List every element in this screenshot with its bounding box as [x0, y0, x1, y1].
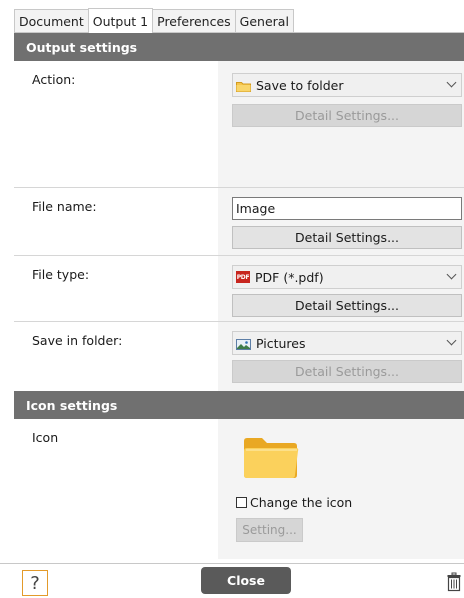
- action-row: Action: Save to folder Detail Settings..…: [14, 61, 464, 188]
- action-detail-settings-button[interactable]: Detail Settings...: [232, 104, 462, 127]
- output-settings-header: Output settings: [14, 33, 464, 61]
- tab-general[interactable]: General: [234, 9, 294, 33]
- file-type-controls: PDF PDF (*.pdf) Detail Settings...: [218, 256, 464, 321]
- help-button[interactable]: ?: [22, 570, 48, 596]
- file-name-label: File name:: [32, 199, 97, 214]
- footer-bar: ? Close: [0, 563, 464, 598]
- chevron-down-icon: [446, 77, 457, 88]
- save-in-folder-row: Save in folder: Pictures Detail Settings…: [14, 322, 464, 391]
- large-folder-icon: [242, 435, 300, 481]
- tab-document[interactable]: Document: [14, 9, 89, 33]
- change-icon-label[interactable]: Change the icon: [250, 495, 352, 510]
- file-type-label: File type:: [32, 267, 90, 282]
- chevron-down-icon: [446, 335, 457, 346]
- action-select[interactable]: Save to folder: [232, 73, 462, 97]
- tab-output-1[interactable]: Output 1: [87, 8, 154, 33]
- action-label: Action:: [32, 72, 76, 87]
- file-name-input[interactable]: Image: [232, 197, 462, 220]
- icon-setting-button[interactable]: Setting...: [236, 518, 303, 542]
- save-in-folder-select-value: Pictures: [256, 335, 306, 351]
- folder-icon: [236, 80, 251, 92]
- icon-settings-header: Icon settings: [14, 391, 464, 419]
- trash-icon[interactable]: [447, 572, 461, 592]
- save-in-folder-controls: Pictures Detail Settings...: [218, 322, 464, 391]
- chevron-down-icon: [446, 269, 457, 280]
- close-button[interactable]: Close: [201, 567, 291, 594]
- file-type-row: File type: PDF PDF (*.pdf) Detail Settin…: [14, 256, 464, 322]
- icon-row: Icon Change the icon Setting...: [14, 419, 464, 559]
- settings-panel[interactable]: Output settings Action: Save to folder D…: [14, 33, 464, 563]
- file-type-detail-settings-button[interactable]: Detail Settings...: [232, 294, 462, 317]
- tab-bar: Document Output 1 Preferences General: [14, 8, 464, 33]
- change-icon-checkbox-row[interactable]: Change the icon: [236, 495, 464, 510]
- file-type-select-value: PDF (*.pdf): [255, 269, 324, 285]
- file-name-detail-settings-button[interactable]: Detail Settings...: [232, 226, 462, 249]
- tab-preferences[interactable]: Preferences: [152, 9, 236, 33]
- pdf-icon: PDF: [236, 271, 250, 283]
- change-icon-checkbox[interactable]: [236, 497, 247, 508]
- icon-label: Icon: [32, 430, 59, 445]
- save-in-folder-detail-settings-button[interactable]: Detail Settings...: [232, 360, 462, 383]
- pictures-icon: [236, 338, 251, 350]
- file-type-select[interactable]: PDF PDF (*.pdf): [232, 265, 462, 289]
- icon-controls: Change the icon Setting...: [218, 419, 464, 559]
- save-in-folder-select[interactable]: Pictures: [232, 331, 462, 355]
- action-controls: Save to folder Detail Settings...: [218, 61, 464, 187]
- save-in-folder-label: Save in folder:: [32, 333, 123, 348]
- action-select-value: Save to folder: [256, 77, 344, 93]
- file-name-row: File name: Image Detail Settings...: [14, 188, 464, 256]
- file-name-controls: Image Detail Settings...: [218, 188, 464, 255]
